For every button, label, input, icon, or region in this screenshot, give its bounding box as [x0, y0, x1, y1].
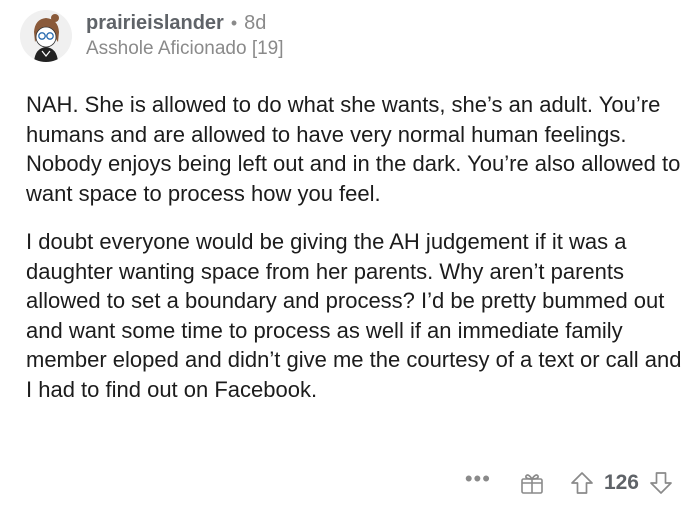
username[interactable]: prairieislander [86, 11, 224, 35]
user-line: prairieislander • 8d [86, 11, 284, 35]
separator-dot: • [230, 13, 238, 33]
comment-paragraph-2: I doubt everyone would be giving the AH … [26, 229, 682, 402]
comment-actions: ••• 126 [465, 468, 674, 496]
comment-meta: prairieislander • 8d Asshole Aficionado … [86, 11, 284, 61]
comment: prairieislander • 8d Asshole Aficionado … [0, 0, 700, 512]
vote-count: 126 [603, 471, 639, 494]
comment-age: 8d [244, 12, 267, 34]
more-options-button[interactable]: ••• [465, 468, 491, 490]
upvote-arrow-icon[interactable] [569, 470, 595, 496]
comment-paragraph-1: NAH. She is allowed to do what she wants… [26, 92, 681, 206]
user-flair: Asshole Aficionado [19] [86, 38, 284, 59]
downvote-arrow-icon[interactable] [648, 470, 674, 496]
gift-icon[interactable] [519, 470, 545, 496]
comment-body: NAH. She is allowed to do what she wants… [26, 90, 686, 404]
comment-header: prairieislander • 8d Asshole Aficionado … [20, 10, 284, 62]
avatar[interactable] [20, 10, 72, 62]
